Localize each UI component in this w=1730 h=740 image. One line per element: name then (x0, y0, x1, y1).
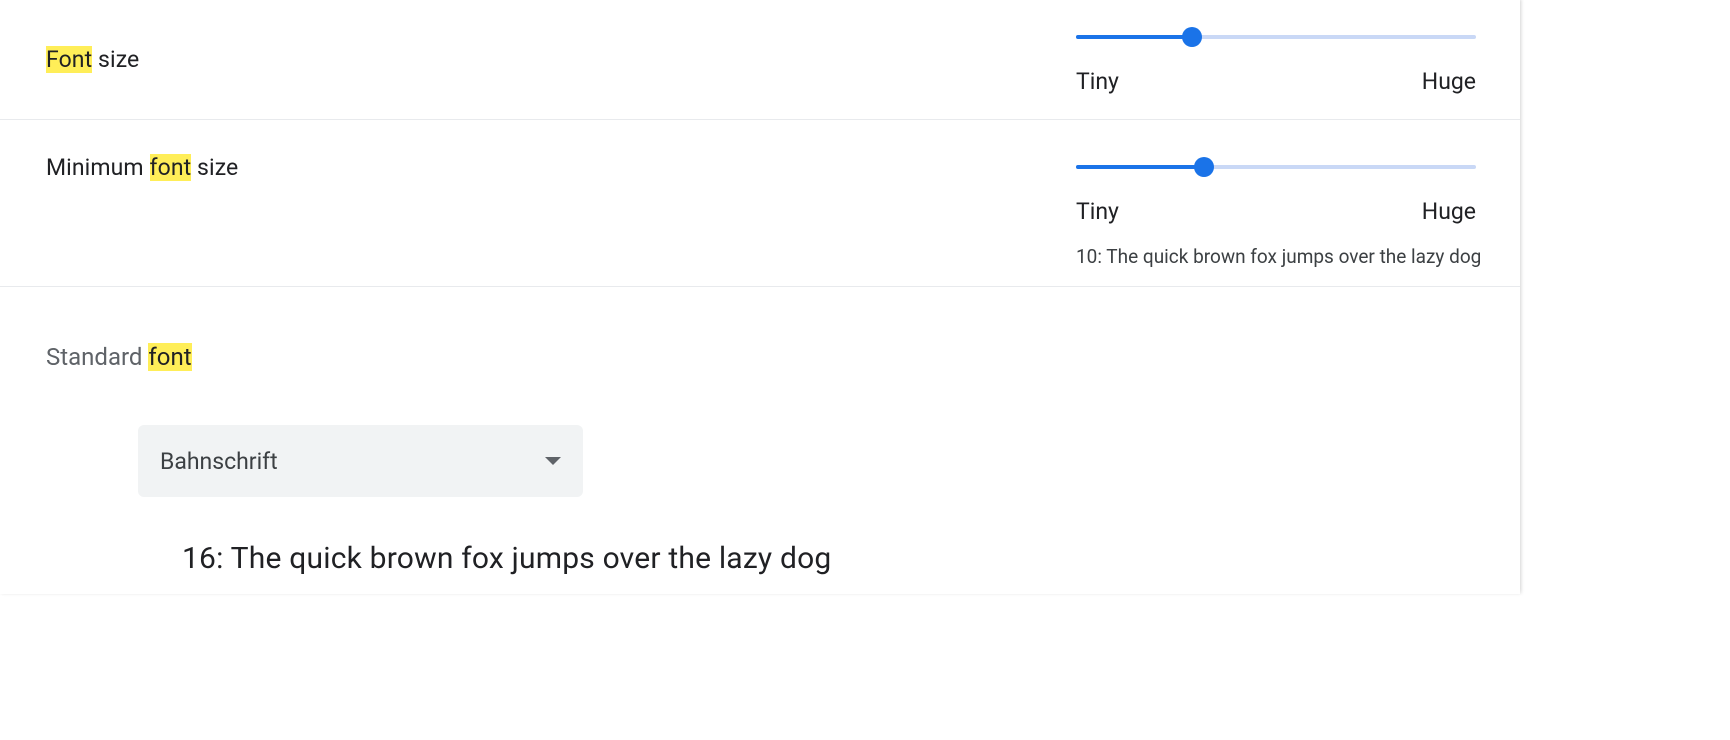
slider-track-fill (1076, 35, 1192, 39)
slider-track-fill (1076, 165, 1204, 169)
chevron-down-icon (545, 457, 561, 465)
font-size-slider-box: Tiny Huge (1076, 24, 1476, 95)
slider-max-label: Huge (1422, 198, 1476, 225)
min-font-size-row: Minimum font size Tiny Huge 10: The quic… (0, 120, 1520, 287)
standard-font-sample: 16: The quick brown fox jumps over the l… (182, 541, 1474, 576)
min-font-size-label: Minimum font size (46, 154, 238, 181)
min-font-size-slider-labels: Tiny Huge (1076, 198, 1476, 225)
standard-font-title: Standard font (46, 343, 1474, 371)
standard-font-dropdown[interactable]: Bahnschrift (138, 425, 583, 497)
font-size-label: Font size (46, 46, 139, 73)
font-size-row: Font size Tiny Huge (0, 0, 1520, 120)
slider-max-label: Huge (1422, 68, 1476, 95)
min-font-size-slider-box: Tiny Huge 10: The quick brown fox jumps … (1076, 154, 1476, 268)
font-size-slider[interactable] (1076, 24, 1476, 50)
min-font-size-sample: 10: The quick brown fox jumps over the l… (1076, 245, 1476, 268)
slider-thumb[interactable] (1194, 157, 1214, 177)
min-font-label-pre: Minimum (46, 154, 150, 181)
highlight-span: font (148, 343, 191, 371)
min-font-label-post: size (191, 154, 238, 181)
standard-font-section: Standard font Bahnschrift 16: The quick … (0, 287, 1520, 594)
slider-thumb[interactable] (1182, 27, 1202, 47)
standard-font-title-pre: Standard (46, 343, 148, 371)
slider-min-label: Tiny (1076, 68, 1119, 95)
standard-font-selected: Bahnschrift (160, 448, 278, 475)
min-font-size-slider[interactable] (1076, 154, 1476, 180)
highlight-span: font (150, 154, 192, 181)
font-size-label-rest: size (92, 46, 139, 73)
font-size-slider-labels: Tiny Huge (1076, 68, 1476, 95)
highlight-span: Font (46, 46, 92, 73)
slider-min-label: Tiny (1076, 198, 1119, 225)
